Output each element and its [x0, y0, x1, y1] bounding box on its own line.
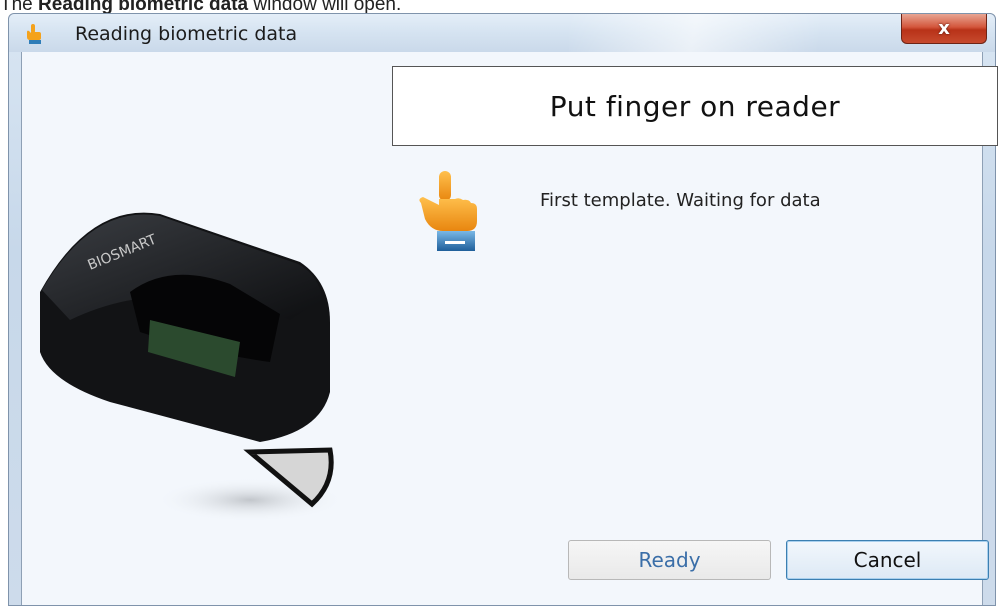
dialog-body: Put finger on reader First template. Wai… — [21, 52, 998, 605]
ready-button[interactable]: Ready — [568, 540, 771, 580]
status-message: First template. Waiting for data — [540, 190, 821, 211]
cancel-button[interactable]: Cancel — [786, 540, 989, 580]
hand-pointer-icon — [419, 171, 477, 251]
close-icon: x — [938, 18, 950, 39]
biometric-dialog-window: Reading biometric data x Put finger on r… — [8, 13, 998, 606]
fingerprint-reader-icon: BIOSMART — [40, 212, 345, 522]
hand-pointer-icon — [27, 24, 41, 44]
page-caption: The Reading biometric data window will o… — [0, 0, 401, 15]
close-button[interactable]: x — [901, 14, 987, 44]
window-title: Reading biometric data — [75, 23, 298, 45]
title-bar[interactable]: Reading biometric data x — [9, 14, 995, 52]
instruction-banner: Put finger on reader — [392, 66, 998, 146]
